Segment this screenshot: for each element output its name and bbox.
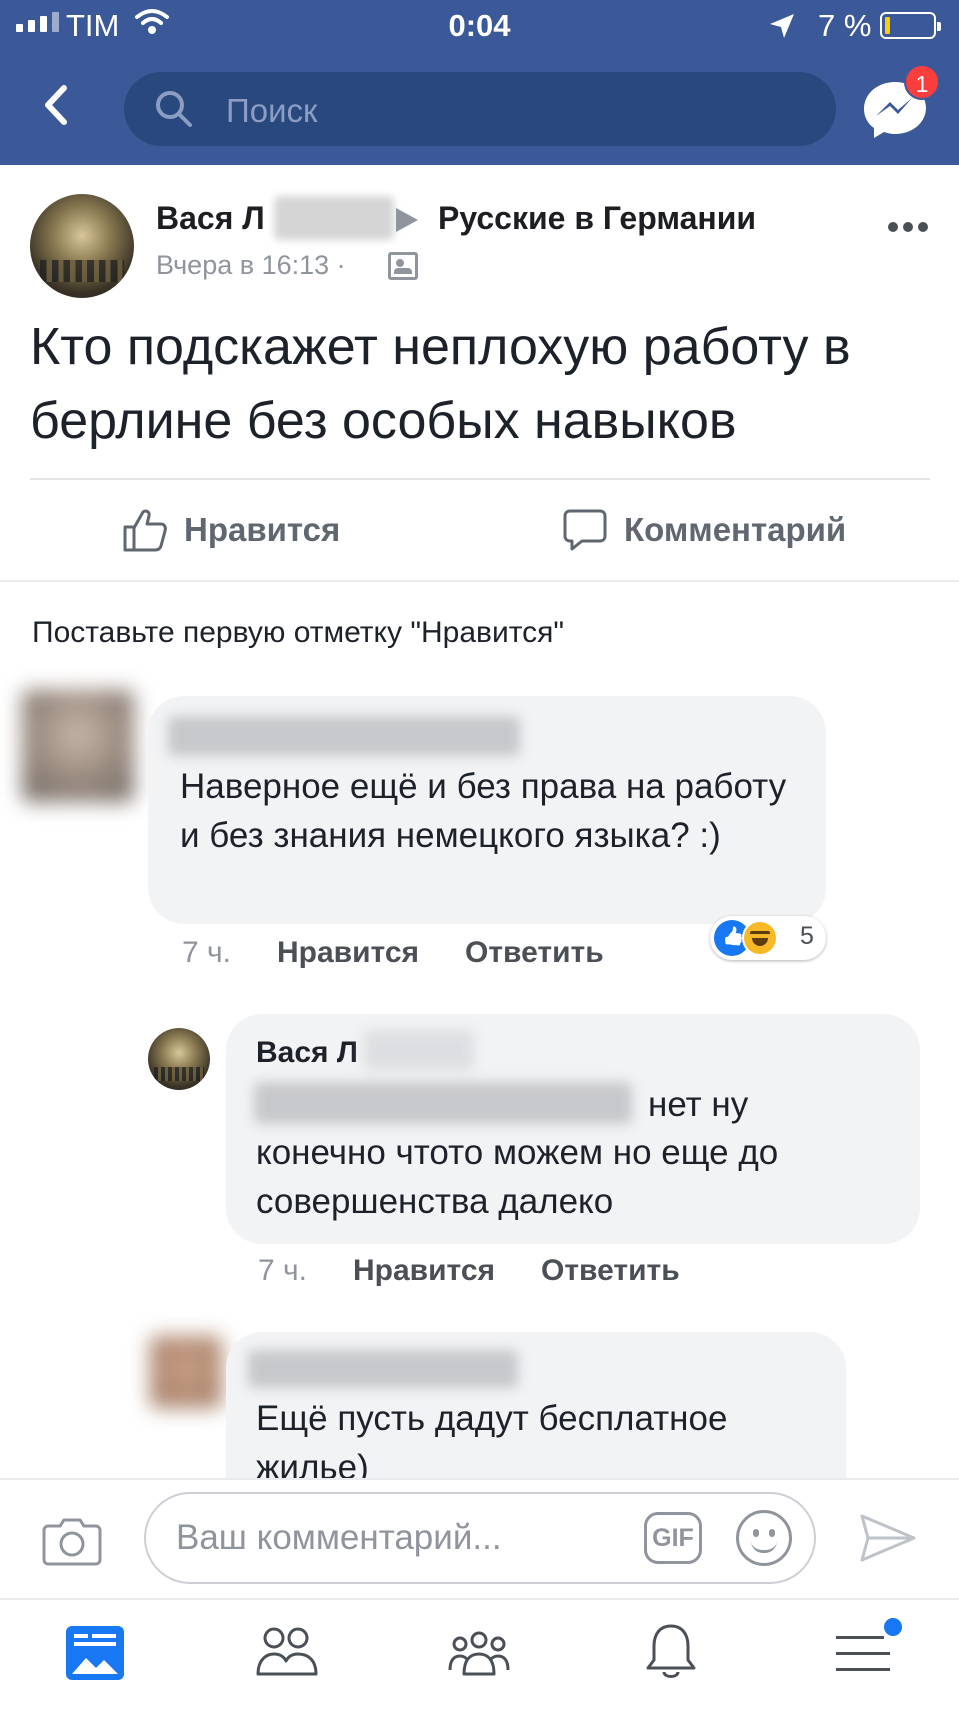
comment-composer: Ваш комментарий... GIF [0,1478,959,1600]
friends-tab-icon[interactable] [254,1620,324,1690]
sticker-icon[interactable] [736,1510,792,1566]
comment-icon [563,509,607,551]
reply-time[interactable]: 7 ч. [258,1254,307,1288]
reply-like-button[interactable]: Нравится [353,1254,495,1288]
camera-icon[interactable] [42,1516,102,1571]
like-icon [123,509,167,552]
reply-author-avatar[interactable] [148,1028,210,1090]
post-text: Кто подскажет неплохую работу в берлине … [30,318,851,450]
reply-reply-button[interactable]: Ответить [541,1254,680,1288]
status-bar: TIM 0:04 7 % [0,0,959,56]
group-audience-icon [388,252,418,280]
commenter-name-blurred[interactable] [248,1350,518,1388]
reply-author-name[interactable]: Вася Л [256,1036,358,1070]
battery-percent: 7 % [818,8,872,43]
messenger-badge: 1 [904,64,940,100]
status-time: 0:04 [448,8,511,43]
search-bar[interactable]: Поиск [124,72,836,146]
bottom-tab-bar [0,1598,959,1711]
comment-input[interactable]: Ваш комментарий... GIF [144,1492,816,1584]
comment-reply-button[interactable]: Ответить [465,936,604,970]
battery-icon [880,12,941,39]
search-placeholder: Поиск [226,92,318,129]
reply-meta: 7 ч. Нравится Ответить [258,1254,680,1288]
commenter-avatar-blurred[interactable] [150,1336,222,1408]
comment-like-button[interactable]: Нравится [277,936,419,970]
commenter-name-blurred[interactable] [168,716,520,756]
reaction-count: 5 [800,922,814,950]
more-options-icon[interactable] [888,222,928,232]
post-author-name[interactable]: Вася Л [156,200,265,237]
author-avatar[interactable] [30,194,134,298]
reply-text: конечно чтото можем но еще до совершенст… [256,1133,779,1221]
location-arrow-icon [768,12,796,48]
haha-reaction-icon [742,920,778,956]
news-feed-tab-icon[interactable] [62,1620,132,1690]
first-like-prompt[interactable]: Поставьте первую отметку "Нравится" [32,616,564,650]
comment-time[interactable]: 7 ч. [182,936,231,970]
comment-button[interactable]: Комментарий [562,508,846,552]
search-icon [154,89,194,134]
like-label: Нравится [184,511,341,548]
post-group-name[interactable]: Русские в Германии [438,200,756,237]
comment-meta: 7 ч. Нравится Ответить [182,936,604,970]
send-icon[interactable] [858,1512,918,1569]
reaction-summary[interactable]: 5 [710,916,826,960]
post-time[interactable]: Вчера в 16:13 · [156,250,346,281]
gif-button[interactable]: GIF [644,1512,702,1564]
commenter-avatar-blurred[interactable] [22,690,134,802]
menu-notification-dot [884,1618,902,1636]
back-icon[interactable] [40,84,70,131]
author-name-blur [274,196,394,240]
section-divider [0,580,959,582]
share-arrow-icon [396,208,418,232]
top-bar: TIM 0:04 7 % Поиск 1 [0,0,959,165]
mention-blurred[interactable] [254,1082,632,1124]
comment-label: Комментарий [624,511,847,548]
groups-tab-icon[interactable] [446,1620,516,1690]
comment-text: Наверное ещё и без права на работу и без… [180,767,787,855]
post-divider [30,478,930,480]
comment-input-placeholder: Ваш комментарий... [176,1518,502,1557]
like-button[interactable]: Нравится [122,508,340,552]
notifications-tab-icon[interactable] [638,1620,708,1690]
reply-name-blur [364,1030,474,1070]
reply-text-line1: нет ну [648,1085,749,1124]
